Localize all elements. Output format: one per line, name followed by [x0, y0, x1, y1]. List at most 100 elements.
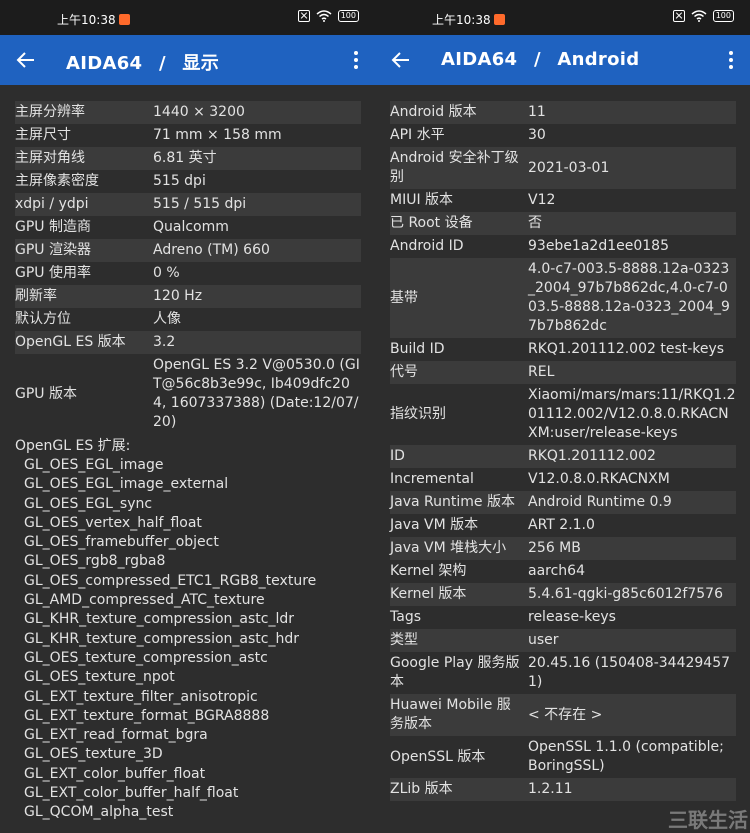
overflow-menu-icon[interactable]	[728, 51, 734, 69]
info-label: Huawei Mobile 服务版本	[390, 697, 511, 732]
info-value: 0 %	[153, 265, 180, 281]
info-row[interactable]: 主屏分辨率 1440 × 3200	[15, 101, 361, 124]
info-row[interactable]: 主屏对角线 6.81 英寸	[15, 147, 361, 170]
info-value: aarch64	[528, 563, 585, 579]
notification-icon	[493, 14, 505, 25]
info-value: OpenGL ES 3.2 V@0530.0 (GIT@56c8b3e99c, …	[153, 357, 360, 430]
info-row[interactable]: 基带 4.0-c7-003.5-8888.12a-0323_2004_97b7b8…	[390, 258, 736, 338]
info-label: 主屏像素密度	[15, 173, 99, 189]
info-row[interactable]: Tags release-keys	[390, 606, 736, 629]
info-row[interactable]: Android ID 93ebe1a2d1ee0185	[390, 235, 736, 258]
info-row[interactable]: API 水平 30	[390, 124, 736, 147]
info-row[interactable]: GPU 渲染器 Adreno (TM) 660	[15, 239, 361, 262]
extension-item: GL_OES_rgb8_rgba8	[24, 553, 166, 570]
extension-item: GL_EXT_texture_filter_anisotropic	[24, 688, 258, 705]
info-label: OpenGL ES 版本	[15, 334, 126, 350]
notification-icon	[118, 14, 130, 25]
info-row[interactable]: 主屏像素密度 515 dpi	[15, 170, 361, 193]
status-time-group: 上午10:38	[57, 11, 130, 28]
info-row[interactable]: GPU 版本 OpenGL ES 3.2 V@0530.0 (GIT@56c8b3…	[15, 354, 361, 434]
extension-item: GL_OES_texture_3D	[24, 746, 163, 763]
overflow-menu-icon[interactable]	[353, 51, 359, 69]
info-row[interactable]: Android 版本 11	[390, 101, 736, 124]
info-label: API 水平	[390, 127, 445, 143]
info-row[interactable]: Kernel 架构 aarch64	[390, 560, 736, 583]
extension-item: GL_QCOM_alpha_test	[24, 804, 174, 821]
info-value: V12.0.8.0.RKACNXM	[528, 471, 670, 487]
display-screen: 上午10:38 100 AIDA64 / 显示 主屏分辨率 1440 × 3200…	[0, 0, 375, 833]
info-row[interactable]: 指纹识别 Xiaomi/mars/mars:11/RKQ1.201112.002/…	[390, 384, 736, 445]
app-bar: AIDA64 / 显示	[0, 35, 375, 85]
info-label: 主屏分辨率	[15, 104, 85, 120]
info-label: GPU 版本	[15, 385, 77, 402]
wifi-icon	[691, 10, 707, 22]
info-value: Xiaomi/mars/mars:11/RKQ1.201112.002/V12.…	[528, 387, 736, 441]
info-value: release-keys	[528, 609, 616, 625]
info-value: 人像	[153, 311, 181, 327]
info-label: Android 版本	[390, 104, 477, 120]
info-label: Android 安全补丁级别	[390, 150, 519, 185]
info-label: ID	[390, 448, 405, 464]
display-info-list: 主屏分辨率 1440 × 3200 主屏尺寸 71 mm × 158 mm 主屏对角线 6…	[15, 101, 361, 823]
info-value: REL	[528, 364, 555, 380]
info-row[interactable]: Java Runtime 版本 Android Runtime 0.9	[390, 491, 736, 514]
title-separator: /	[158, 53, 166, 74]
info-label: GPU 制造商	[15, 219, 91, 235]
info-row[interactable]: ZLib 版本 1.2.11	[390, 778, 736, 801]
info-row[interactable]: 默认方位 人像	[15, 308, 361, 331]
info-value: 5.4.61-qgki-g85c6012f7576	[528, 586, 723, 602]
info-value: 3.2	[153, 334, 176, 350]
info-row[interactable]: Java VM 版本 ART 2.1.0	[390, 514, 736, 537]
info-label: OpenSSL 版本	[390, 748, 486, 765]
section-name: Android	[557, 49, 640, 70]
info-row[interactable]: Android 安全补丁级别 2021-03-01	[390, 147, 736, 189]
app-name: AIDA64	[441, 49, 518, 70]
extension-item: GL_EXT_read_format_bgra	[24, 727, 208, 744]
extension-item: GL_EXT_color_buffer_float	[24, 765, 206, 782]
info-row[interactable]: GPU 制造商 Qualcomm	[15, 216, 361, 239]
info-row[interactable]: Huawei Mobile 服务版本 < 不存在 >	[390, 694, 736, 736]
extension-item: GL_OES_texture_npot	[24, 669, 175, 686]
info-row[interactable]: ID RKQ1.201112.002	[390, 445, 736, 468]
info-row[interactable]: 代号 REL	[390, 361, 736, 384]
status-bar: 上午10:38 100	[375, 0, 750, 35]
info-label: Kernel 版本	[390, 586, 467, 602]
info-label: Android ID	[390, 238, 464, 254]
info-row[interactable]: OpenGL ES 版本 3.2	[15, 331, 361, 354]
info-row[interactable]: Incremental V12.0.8.0.RKACNXM	[390, 468, 736, 491]
info-label: 默认方位	[15, 311, 71, 327]
extension-item: GL_OES_EGL_sync	[24, 495, 153, 512]
info-row[interactable]: 主屏尺寸 71 mm × 158 mm	[15, 124, 361, 147]
info-row[interactable]: 类型 user	[390, 629, 736, 652]
info-label: Java VM 堆栈大小	[390, 540, 507, 556]
info-value: < 不存在 >	[528, 706, 603, 723]
back-arrow-icon[interactable]	[391, 50, 411, 70]
battery-icon: 100	[712, 10, 734, 22]
info-value: V12	[528, 192, 556, 208]
info-label: 基带	[390, 289, 418, 306]
info-value: 515 / 515 dpi	[153, 196, 247, 212]
back-arrow-icon[interactable]	[16, 50, 36, 70]
watermark: 三联生活	[668, 808, 748, 832]
info-value: 否	[528, 215, 542, 231]
info-row[interactable]: GPU 使用率 0 %	[15, 262, 361, 285]
info-row[interactable]: MIUI 版本 V12	[390, 189, 736, 212]
extensions-heading: OpenGL ES 扩展:	[15, 438, 131, 454]
info-label: MIUI 版本	[390, 192, 454, 208]
extension-item: GL_AMD_compressed_ATC_texture	[24, 592, 265, 609]
info-row[interactable]: Java VM 堆栈大小 256 MB	[390, 537, 736, 560]
info-row[interactable]: xdpi / ydpi 515 / 515 dpi	[15, 193, 361, 216]
app-bar: AIDA64 / Android	[375, 35, 750, 85]
status-bar: 上午10:38 100	[0, 0, 375, 35]
info-label: 类型	[390, 632, 418, 648]
info-row[interactable]: 刷新率 120 Hz	[15, 285, 361, 308]
info-label: 主屏尺寸	[15, 127, 71, 143]
info-row[interactable]: Kernel 版本 5.4.61-qgki-g85c6012f7576	[390, 583, 736, 606]
info-row[interactable]: Build ID RKQ1.201112.002 test-keys	[390, 338, 736, 361]
extension-item: GL_OES_compressed_ETC1_RGB8_texture	[24, 572, 317, 589]
info-value: ART 2.1.0	[528, 517, 595, 533]
info-row[interactable]: 已 Root 设备 否	[390, 212, 736, 235]
info-row[interactable]: OpenSSL 版本 OpenSSL 1.1.0 (compatible; Bor…	[390, 736, 736, 778]
info-value: Qualcomm	[153, 219, 229, 235]
info-row[interactable]: Google Play 服务版本 20.45.16 (150408-3442945…	[390, 652, 736, 694]
